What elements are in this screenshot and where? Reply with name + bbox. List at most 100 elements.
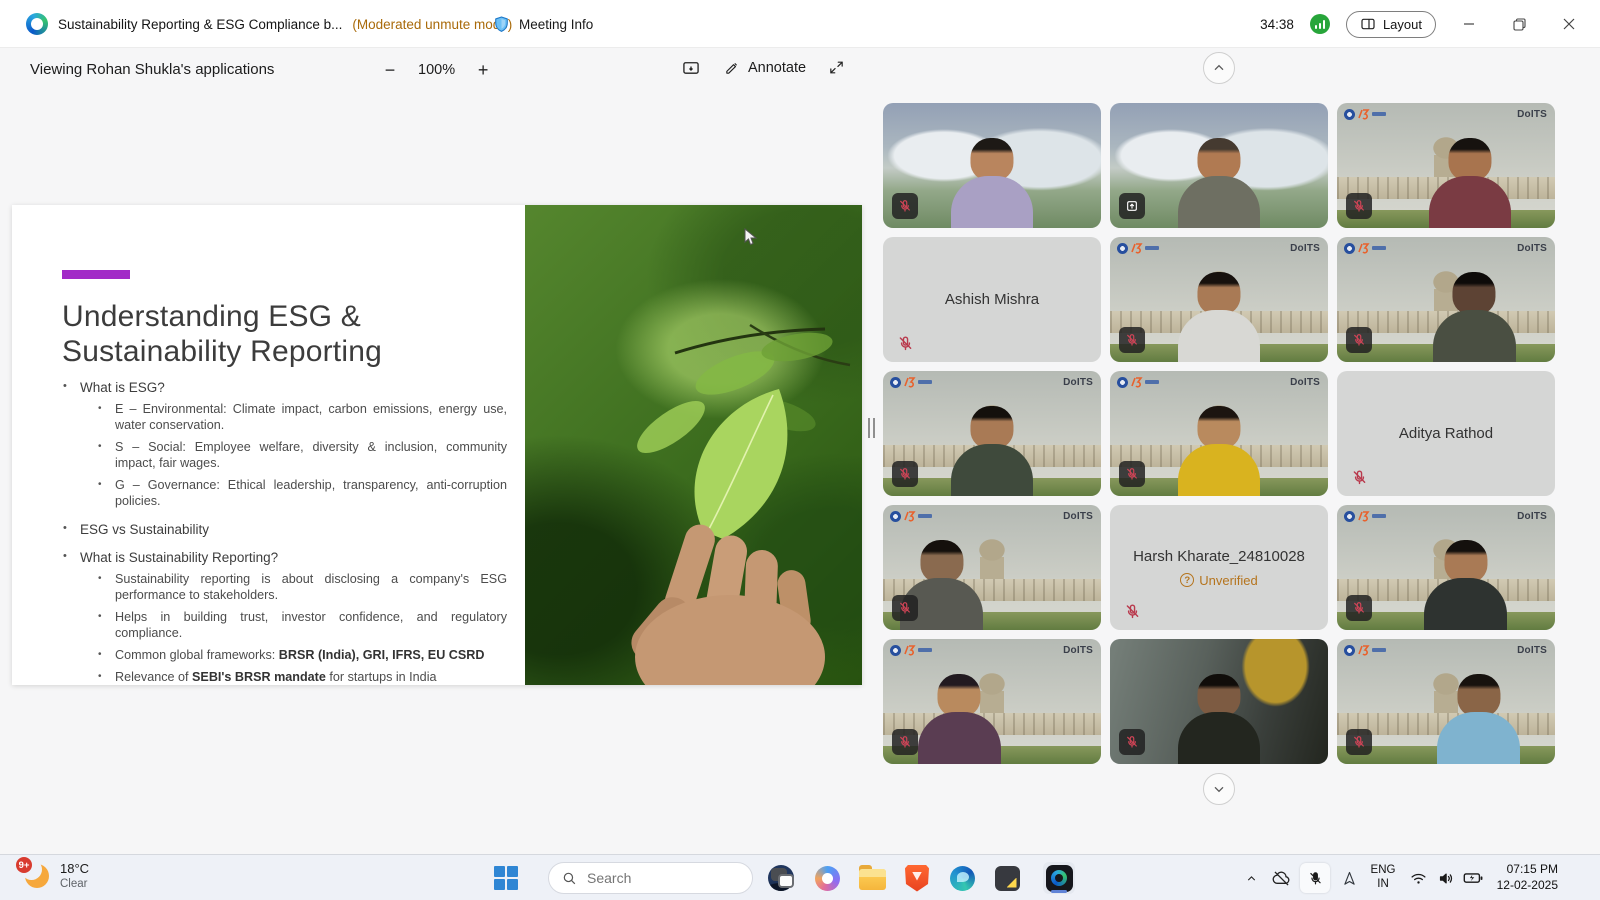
battery-icon[interactable]	[1458, 855, 1488, 900]
muted-mic-icon	[1123, 602, 1142, 621]
language-code: ENG	[1371, 864, 1396, 878]
participant-silhouette	[1178, 674, 1261, 764]
shared-presentation-slide: Understanding ESG & Sustainability Repor…	[12, 205, 862, 685]
participant-video-tile[interactable]: DoITS	[1110, 237, 1328, 362]
unverified-question-icon: ?	[1180, 573, 1194, 587]
date: 12-02-2025	[1497, 878, 1558, 894]
language-switcher[interactable]: ENG IN	[1364, 855, 1402, 900]
doits-watermark: DoITS	[1063, 511, 1093, 522]
webex-app-icon	[1046, 865, 1073, 892]
iitr-logo	[1344, 242, 1386, 254]
zoom-in-button[interactable]: +	[471, 58, 495, 82]
annotate-button[interactable]: Annotate	[724, 59, 806, 76]
copilot-icon	[815, 866, 840, 891]
participant-tile-ashish-mishra[interactable]: Ashish Mishra	[883, 237, 1101, 362]
volume-icon[interactable]	[1432, 855, 1460, 900]
screen-sharing-badge	[1119, 193, 1145, 219]
participant-video-tile[interactable]: DoITS	[1337, 103, 1555, 228]
participant-video-tile[interactable]	[1110, 639, 1328, 764]
participant-silhouette	[1178, 406, 1261, 496]
muted-mic-badge	[1346, 193, 1372, 219]
location-in-use-icon[interactable]	[1336, 855, 1362, 900]
webex-app-button[interactable]	[1043, 862, 1075, 894]
bullet-esg-vs-sustainability: ESG vs Sustainability	[62, 522, 507, 537]
participant-tile-harsh-kharate[interactable]: Harsh Kharate_24810028 ? Unverified	[1110, 505, 1328, 630]
language-region: IN	[1377, 878, 1389, 892]
participant-silhouette	[1424, 540, 1507, 630]
meeting-title: Sustainability Reporting & ESG Complianc…	[58, 17, 342, 32]
webex-logo-icon	[26, 13, 48, 35]
brave-icon	[905, 865, 929, 892]
tray-chevron-up[interactable]	[1238, 855, 1264, 900]
close-button[interactable]	[1552, 7, 1586, 41]
participant-video-tile[interactable]: DoITS	[1337, 237, 1555, 362]
participant-video-tile[interactable]: DoITS	[883, 639, 1101, 764]
minimize-button[interactable]	[1452, 7, 1486, 41]
doits-watermark: DoITS	[1290, 243, 1320, 254]
titlebar: Sustainability Reporting & ESG Complianc…	[0, 0, 1600, 48]
taskbar-search[interactable]	[548, 862, 753, 894]
iitr-logo	[890, 644, 932, 656]
participant-silhouette	[1429, 138, 1512, 228]
participant-silhouette	[1437, 674, 1520, 764]
muted-mic-badge	[1346, 327, 1372, 353]
participant-grid: DoITS Ashish Mishra DoITS DoITS DoITS	[883, 103, 1555, 764]
participant-video-tile[interactable]: DoITS	[883, 505, 1101, 630]
bullet-governance: G – Governance: Ethical leadership, tran…	[62, 477, 507, 509]
folder-icon	[859, 869, 886, 890]
task-view-icon	[771, 868, 794, 888]
slide-title: Understanding ESG & Sustainability Repor…	[62, 299, 442, 369]
participant-video-tile[interactable]: DoITS	[1337, 505, 1555, 630]
news-badge: 9+	[16, 857, 32, 873]
doits-watermark: DoITS	[1063, 645, 1093, 656]
iitr-logo	[1344, 510, 1386, 522]
zoom-out-button[interactable]: −	[378, 58, 402, 82]
bullet-social: S – Social: Employee welfare, diversity …	[62, 439, 507, 471]
muted-mic-icon	[896, 334, 915, 353]
view-on-device-icon[interactable]	[681, 59, 701, 79]
notepad-button[interactable]	[991, 862, 1023, 894]
muted-mic-badge	[892, 595, 918, 621]
restore-button[interactable]	[1502, 7, 1536, 41]
wifi-icon[interactable]	[1404, 855, 1432, 900]
running-app-indicator	[1051, 890, 1067, 893]
panel-resize-handle[interactable]	[868, 418, 876, 438]
slide-bullets: What is ESG? E – Environmental: Climate …	[62, 367, 507, 685]
participant-silhouette	[1178, 272, 1261, 362]
weather-widget[interactable]: 9+ 18°C Clear	[22, 861, 89, 892]
participant-video-tile-presenter[interactable]	[1110, 103, 1328, 228]
tray-mic-muted-icon[interactable]	[1300, 863, 1330, 893]
windows-taskbar: 9+ 18°C Clear ENG IN	[0, 854, 1600, 900]
layout-label: Layout	[1383, 17, 1422, 32]
iitr-logo	[1117, 376, 1159, 388]
connection-quality-icon[interactable]	[1310, 14, 1330, 34]
layout-button[interactable]: Layout	[1346, 11, 1436, 38]
muted-mic-badge	[1119, 461, 1145, 487]
search-icon	[561, 870, 578, 887]
clock[interactable]: 07:15 PM 12-02-2025	[1488, 855, 1558, 900]
task-view-button[interactable]	[766, 862, 798, 894]
bullet-frameworks: Common global frameworks: BRSR (India), …	[62, 647, 507, 663]
layout-icon	[1360, 16, 1376, 32]
meeting-info-button[interactable]: Meeting Info	[492, 0, 593, 48]
edge-browser-button[interactable]	[946, 862, 978, 894]
onedrive-paused-icon[interactable]	[1266, 855, 1296, 900]
expand-view-icon[interactable]	[828, 59, 845, 76]
participants-scroll-down-button[interactable]	[1203, 773, 1235, 805]
search-input[interactable]	[587, 870, 768, 886]
muted-mic-icon	[1350, 468, 1369, 487]
participant-video-tile[interactable]: DoITS	[1337, 639, 1555, 764]
bullet-what-is-sr: What is Sustainability Reporting?	[62, 550, 507, 565]
edge-icon	[950, 866, 975, 891]
brave-browser-button[interactable]	[901, 862, 933, 894]
participant-video-tile[interactable]: DoITS	[883, 371, 1101, 496]
participant-tile-aditya-rathod[interactable]: Aditya Rathod	[1337, 371, 1555, 496]
shield-icon	[492, 15, 511, 34]
participants-scroll-up-button[interactable]	[1203, 52, 1235, 84]
participant-video-tile[interactable]	[883, 103, 1101, 228]
copilot-button[interactable]	[811, 862, 843, 894]
start-button[interactable]	[490, 862, 522, 894]
file-explorer-button[interactable]	[856, 862, 888, 894]
participant-video-tile[interactable]: DoITS	[1110, 371, 1328, 496]
participant-name: Harsh Kharate_24810028	[1133, 548, 1305, 565]
